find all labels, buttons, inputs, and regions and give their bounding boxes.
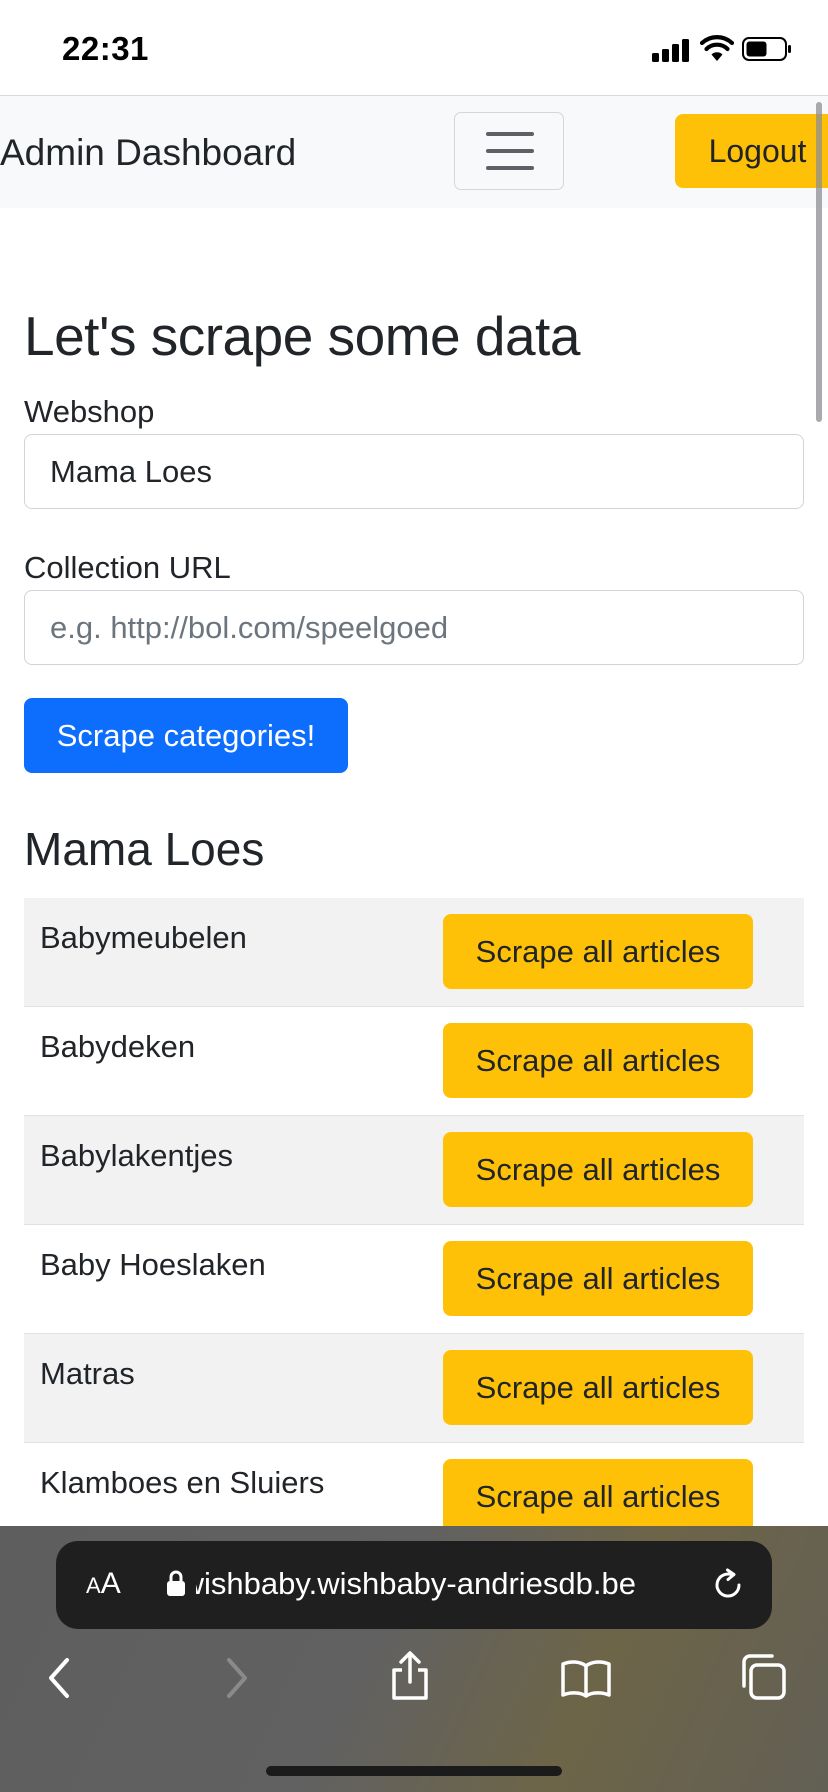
- scrape-all-articles-button[interactable]: Scrape all articles: [443, 1459, 753, 1534]
- table-row: Babydeken Scrape all articles: [24, 1007, 804, 1116]
- collection-url-input[interactable]: [24, 590, 804, 665]
- webshop-input[interactable]: [24, 434, 804, 509]
- bookmarks-icon[interactable]: [560, 1658, 612, 1698]
- webshop-section-title: Mama Loes: [24, 823, 265, 875]
- share-icon[interactable]: [388, 1650, 432, 1702]
- scrape-all-articles-button[interactable]: Scrape all articles: [443, 1241, 753, 1316]
- categories-table: Babymeubelen Scrape all articles Babydek…: [24, 898, 804, 1552]
- page-scrollbar[interactable]: [816, 102, 822, 422]
- forward-icon[interactable]: [218, 1656, 254, 1700]
- tabs-icon[interactable]: [738, 1652, 788, 1702]
- scrape-all-articles-button[interactable]: Scrape all articles: [443, 1023, 753, 1098]
- back-icon[interactable]: [42, 1656, 78, 1700]
- top-navbar: Admin Dashboard Logout: [0, 96, 828, 208]
- category-name: Matras: [40, 1356, 135, 1391]
- navbar-toggler-button[interactable]: [454, 112, 564, 190]
- category-name: Babymeubelen: [40, 920, 247, 955]
- scrape-all-articles-button[interactable]: Scrape all articles: [443, 1350, 753, 1425]
- category-name: Babydeken: [40, 1029, 196, 1064]
- table-row: Baby Hoeslaken Scrape all articles: [24, 1225, 804, 1334]
- scrape-categories-button[interactable]: Scrape categories!: [24, 698, 348, 773]
- status-bar: 22:31: [0, 0, 828, 96]
- text-size-large-glyph: A: [100, 1567, 121, 1600]
- collection-url-label: Collection URL: [24, 550, 231, 585]
- cellular-signal-icon: [652, 38, 690, 62]
- battery-icon: [742, 37, 791, 61]
- status-time: 22:31: [62, 30, 149, 67]
- home-indicator[interactable]: [266, 1766, 562, 1776]
- category-name: Baby Hoeslaken: [40, 1247, 266, 1282]
- wifi-icon: [700, 35, 734, 61]
- category-name: Klamboes en Sluiers: [40, 1465, 325, 1500]
- table-row: Babymeubelen Scrape all articles: [24, 898, 804, 1007]
- category-name: Babylakentjes: [40, 1138, 234, 1173]
- table-row: Babylakentjes Scrape all articles: [24, 1116, 804, 1225]
- logout-button[interactable]: Logout: [675, 114, 828, 188]
- url-text[interactable]: wishbaby.wishbaby-andriesdb.be: [196, 1566, 636, 1602]
- scrape-all-articles-button[interactable]: Scrape all articles: [443, 914, 753, 989]
- address-bar[interactable]: AA wishbaby.wishbaby-andriesdb.be: [56, 1541, 772, 1629]
- text-size-small-glyph: A: [86, 1573, 101, 1598]
- reload-icon[interactable]: [710, 1567, 746, 1603]
- navbar-brand[interactable]: Admin Dashboard: [0, 132, 296, 174]
- webshop-label: Webshop: [24, 394, 155, 429]
- table-row: Matras Scrape all articles: [24, 1334, 804, 1443]
- lock-icon: [167, 1570, 185, 1596]
- scrape-all-articles-button[interactable]: Scrape all articles: [443, 1132, 753, 1207]
- text-size-button[interactable]: AA: [86, 1567, 121, 1601]
- page-title: Let's scrape some data: [24, 305, 580, 367]
